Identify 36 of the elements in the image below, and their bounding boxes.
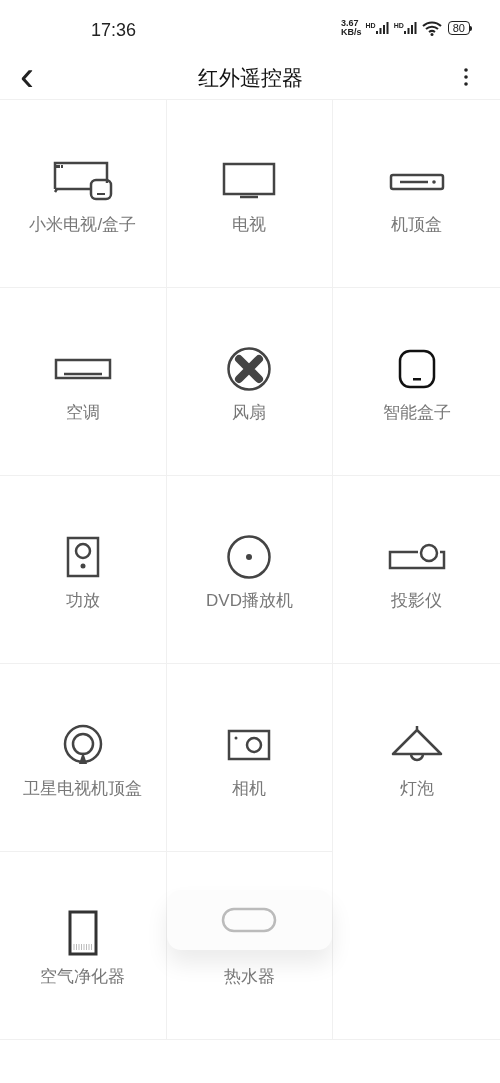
disc-icon: [226, 534, 273, 580]
smart-box-icon: [396, 348, 437, 390]
device-label[interactable]: 相机: [166, 776, 333, 802]
set-top-box-icon: [388, 171, 445, 191]
device-label[interactable]: 功放: [0, 588, 166, 614]
device-label[interactable]: 热水器: [166, 964, 333, 990]
device-label[interactable]: 投影仪: [333, 588, 500, 614]
device-label[interactable]: DVD播放机: [166, 588, 333, 614]
air-purifier-icon: [67, 910, 98, 956]
camera-icon: [227, 729, 272, 761]
signal-icon: [403, 22, 418, 34]
wifi-icon: [421, 20, 442, 36]
satellite-icon: [61, 724, 104, 766]
device-label[interactable]: 空调: [0, 400, 166, 426]
speaker-icon: [65, 536, 100, 578]
device-label[interactable]: 机顶盒: [333, 212, 500, 238]
page-title: 红外遥控器: [197, 64, 303, 91]
projector-icon: [387, 543, 446, 571]
status-time: 17:36: [91, 19, 137, 42]
fan-icon: [226, 346, 273, 392]
air-conditioner-icon: [53, 357, 112, 381]
device-label[interactable]: 灯泡: [333, 776, 500, 802]
pill-icon: [221, 907, 278, 933]
more-icon[interactable]: [464, 68, 468, 86]
network-speed: 3.67 KB/s: [341, 19, 362, 37]
device-label[interactable]: 卫星电视机顶盒: [0, 776, 166, 802]
device-label[interactable]: 空气净化器: [0, 964, 166, 990]
signal-icon: [375, 22, 390, 34]
device-label[interactable]: 小米电视/盒子: [0, 212, 166, 238]
tv-box-icon: [51, 161, 114, 201]
back-button[interactable]: ‹: [16, 56, 38, 96]
device-label[interactable]: 智能盒子: [333, 400, 500, 426]
device-label[interactable]: 风扇: [166, 400, 333, 426]
device-label[interactable]: 电视: [166, 212, 333, 238]
tv-icon: [222, 162, 277, 200]
battery-level: 80: [447, 21, 470, 35]
